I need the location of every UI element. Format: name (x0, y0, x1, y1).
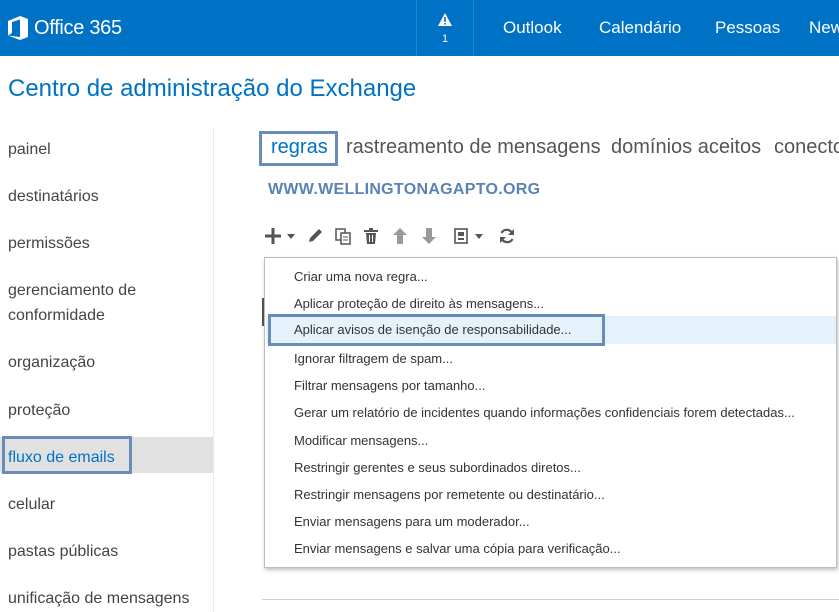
sidebar: painel destinatários permissões gerencia… (0, 128, 213, 612)
alert-count: 1 (441, 33, 449, 45)
nav-calendario[interactable]: Calendário (599, 18, 681, 38)
report-icon[interactable] (451, 224, 471, 248)
office365-logo[interactable]: Office 365 (8, 15, 122, 41)
nav-newsfeed[interactable]: New (809, 18, 839, 38)
menu-item[interactable]: Aplicar proteção de direito às mensagens… (294, 296, 544, 311)
content-divider (262, 599, 839, 600)
menu-item[interactable]: Enviar mensagens para um moderador... (294, 514, 530, 529)
sidebar-divider (213, 128, 214, 612)
logo-text: Office 365 (34, 16, 122, 39)
sidebar-item-destinatarios[interactable]: destinatários (8, 184, 99, 209)
menu-item[interactable]: Ignorar filtragem de spam... (294, 351, 453, 366)
topbar-separator (473, 0, 474, 56)
sidebar-item-permissoes[interactable]: permissões (8, 231, 90, 256)
tab-dominios-aceitos[interactable]: domínios aceitos (611, 136, 761, 159)
dropdown-caret-icon[interactable] (285, 224, 297, 248)
menu-item[interactable]: Gerar um relatório de incidentes quando … (294, 405, 795, 420)
sidebar-item-protecao[interactable]: proteção (8, 398, 70, 423)
new-rule-menu: Criar uma nova regra... Aplicar proteção… (264, 257, 837, 568)
nav-outlook[interactable]: Outlook (503, 18, 562, 38)
copy-icon[interactable] (333, 224, 353, 248)
menu-item[interactable]: Restringir mensagens por remetente ou de… (294, 487, 605, 502)
top-bar: Office 365 1 Outlook Calendário Pessoas … (0, 0, 839, 56)
nav-pessoas[interactable]: Pessoas (715, 18, 780, 38)
watermark-text: WWW.WELLINGTONAGAPTO.ORG (268, 181, 541, 198)
refresh-icon[interactable] (496, 224, 518, 248)
menu-item[interactable]: Restringir gerentes e seus subordinados … (294, 460, 581, 475)
sidebar-item-pastas-publicas[interactable]: pastas públicas (8, 539, 118, 564)
page-title: Centro de administração do Exchange (8, 75, 417, 102)
menu-item[interactable]: Enviar mensagens e salvar uma cópia para… (294, 541, 621, 556)
sidebar-item-conformidade[interactable]: conformidade (8, 303, 105, 328)
sidebar-item-unificacao[interactable]: unificação de mensagens (8, 586, 189, 611)
warning-icon (438, 13, 452, 26)
highlight-box (259, 131, 338, 166)
add-icon[interactable] (263, 224, 283, 248)
sidebar-item-gerenciamento[interactable]: gerenciamento de (8, 278, 136, 303)
tab-conectores[interactable]: conectores (774, 136, 839, 159)
menu-item[interactable]: Criar uma nova regra... (294, 269, 428, 284)
office-icon (8, 16, 28, 40)
dropdown-caret-icon[interactable] (473, 224, 485, 248)
move-up-icon[interactable] (390, 224, 410, 248)
menu-item[interactable]: Filtrar mensagens por tamanho... (294, 378, 485, 393)
sidebar-item-celular[interactable]: celular (8, 492, 55, 517)
sidebar-item-organizacao[interactable]: organização (8, 350, 95, 375)
menu-item[interactable]: Modificar mensagens... (294, 433, 428, 448)
highlight-box (268, 314, 605, 346)
alerts-button[interactable]: 1 (417, 0, 473, 56)
tab-rastreamento[interactable]: rastreamento de mensagens (346, 136, 601, 159)
move-down-icon[interactable] (419, 224, 439, 248)
highlight-box (2, 436, 132, 474)
delete-icon[interactable] (361, 224, 381, 248)
edit-icon[interactable] (305, 224, 325, 248)
sidebar-item-painel[interactable]: painel (8, 137, 51, 162)
